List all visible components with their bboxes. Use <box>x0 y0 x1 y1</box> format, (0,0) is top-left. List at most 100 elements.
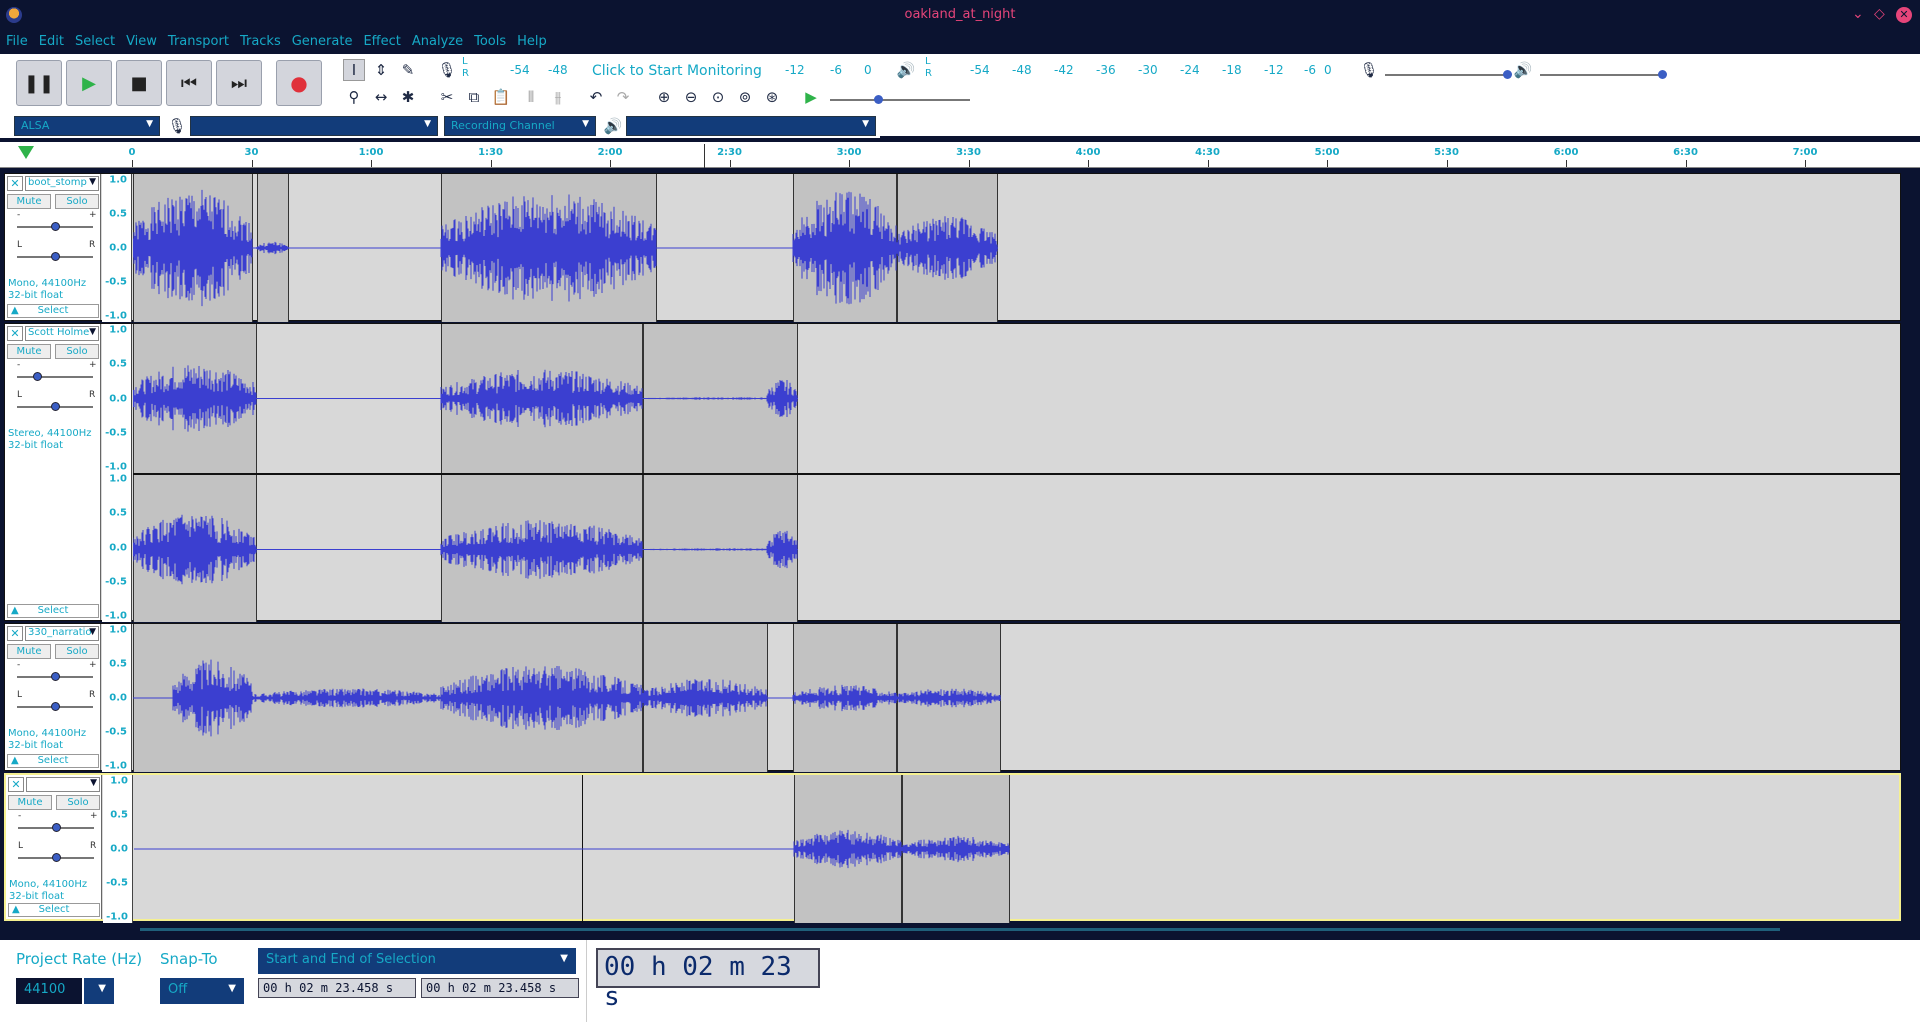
zoom-in-icon[interactable]: ⊕ <box>653 86 675 108</box>
menu-edit[interactable]: Edit <box>33 32 69 49</box>
menu-generate[interactable]: Generate <box>286 32 358 49</box>
pause-button[interactable]: ❚❚ <box>16 60 62 106</box>
waveform-area[interactable] <box>133 174 1900 322</box>
audio-position-time[interactable]: 00 h 02 m 23 s <box>596 948 820 1012</box>
selection-end-time[interactable]: 00 h 02 m 23.458 s <box>421 978 579 998</box>
audio-track[interactable]: ✕ boot_stomp ▼ Mute Solo - + L R Mono, 44… <box>4 173 1901 322</box>
trim-icon[interactable]: ⫴ <box>520 86 542 108</box>
playback-volume-slider[interactable] <box>1540 70 1667 79</box>
vertical-scale[interactable]: 1.0 0.5 0.0 -0.5 -1.0 <box>103 775 133 923</box>
multi-tool-icon[interactable]: ✱ <box>397 86 419 108</box>
mute-button[interactable]: Mute <box>7 644 51 659</box>
monitoring-prompt[interactable]: Click to Start Monitoring <box>592 63 762 79</box>
selection-tool-icon[interactable]: I <box>343 59 365 81</box>
stop-button[interactable]: ■ <box>116 60 162 106</box>
track-name-menu[interactable]: boot_stomp ▼ <box>25 176 99 191</box>
cut-icon[interactable]: ✂ <box>436 86 458 108</box>
menu-view[interactable]: View <box>120 32 162 49</box>
solo-button[interactable]: Solo <box>56 795 100 810</box>
gain-slider[interactable] <box>17 222 93 231</box>
audio-track[interactable]: ✕ 330_narratio ▼ Mute Solo - + L R Mono, … <box>4 623 1901 772</box>
mute-button[interactable]: Mute <box>7 344 51 359</box>
menu-tracks[interactable]: Tracks <box>234 32 286 49</box>
timeline-ruler[interactable]: 0 30 1:00 1:30 2:00 2:30 3:00 3:30 4:00 4:30 5:00 5… <box>0 142 1920 168</box>
menu-analyze[interactable]: Analyze <box>406 32 468 49</box>
zoom-out-icon[interactable]: ⊖ <box>680 86 702 108</box>
track-close-icon[interactable]: ✕ <box>7 326 23 341</box>
playback-device-select[interactable]: ▼ <box>626 116 876 136</box>
record-volume-slider[interactable] <box>1385 70 1512 79</box>
audio-host-select[interactable]: ALSA ▼ <box>14 116 160 136</box>
audio-track[interactable]: ✕ Scott Holme ▼ Mute Solo - + L R Stereo,… <box>4 323 1901 622</box>
waveform-area[interactable] <box>133 473 1900 622</box>
gain-slider[interactable] <box>17 372 93 381</box>
zoom-tool-icon[interactable]: ⚲ <box>343 86 365 108</box>
recording-channels-select[interactable]: Recording Channel ▼ <box>444 116 596 136</box>
track-name-menu[interactable]: 330_narratio ▼ <box>25 626 99 641</box>
track-select-button[interactable]: ▲ Select <box>8 903 100 917</box>
maximize-icon[interactable]: ◇ <box>1874 6 1885 22</box>
waveform-area[interactable] <box>133 624 1900 772</box>
snap-to-select[interactable]: Off ▼ <box>160 978 244 1004</box>
undo-icon[interactable]: ↶ <box>585 86 607 108</box>
close-window-icon[interactable]: ✕ <box>1896 7 1912 23</box>
track-select-button[interactable]: ▲ Select <box>7 604 99 618</box>
playback-meter-speaker-icon[interactable]: 🔊 <box>895 59 917 81</box>
fit-project-icon[interactable]: ⊚ <box>734 86 756 108</box>
mute-button[interactable]: Mute <box>8 795 52 810</box>
vertical-scale[interactable]: 1.0 0.5 0.0 -0.5 -1.0 <box>102 473 132 622</box>
menu-tools[interactable]: Tools <box>468 32 511 49</box>
track-name-menu[interactable]: ▼ <box>26 777 100 792</box>
envelope-tool-icon[interactable]: ⇕ <box>370 59 392 81</box>
project-rate-field[interactable]: 44100 <box>16 978 82 1004</box>
play-button[interactable]: ▶ <box>66 60 112 106</box>
gain-slider[interactable] <box>18 823 94 832</box>
track-close-icon[interactable]: ✕ <box>7 176 23 191</box>
pan-slider[interactable] <box>17 252 93 261</box>
play-speed-slider[interactable] <box>830 95 970 104</box>
track-close-icon[interactable]: ✕ <box>7 626 23 641</box>
draw-tool-icon[interactable]: ✎ <box>397 59 419 81</box>
recording-device-select[interactable]: ▼ <box>190 116 438 136</box>
minimize-icon[interactable]: ⌄ <box>1852 6 1864 22</box>
selection-start-time[interactable]: 00 h 02 m 23.458 s <box>258 978 416 998</box>
project-rate-dropdown[interactable]: ▼ <box>84 978 114 1004</box>
mute-button[interactable]: Mute <box>7 194 51 209</box>
waveform-area[interactable] <box>134 775 1899 923</box>
zoom-toggle-icon[interactable]: ⊛ <box>761 86 783 108</box>
track-select-button[interactable]: ▲ Select <box>7 754 99 768</box>
selection-mode-select[interactable]: Start and End of Selection ▼ <box>258 948 576 974</box>
solo-button[interactable]: Solo <box>55 194 99 209</box>
track-close-icon[interactable]: ✕ <box>8 777 24 792</box>
menu-effect[interactable]: Effect <box>357 32 405 49</box>
skip-end-button[interactable]: ⏭ <box>216 60 262 106</box>
gain-slider[interactable] <box>17 672 93 681</box>
redo-icon[interactable]: ↷ <box>612 86 634 108</box>
skip-start-button[interactable]: ⏮ <box>166 60 212 106</box>
pan-slider[interactable] <box>17 402 93 411</box>
paste-icon[interactable]: 📋 <box>490 86 512 108</box>
vertical-scale[interactable]: 1.0 0.5 0.0 -0.5 -1.0 <box>102 324 132 473</box>
timeshift-tool-icon[interactable]: ↔ <box>370 86 392 108</box>
waveform-area[interactable] <box>133 324 1900 473</box>
record-meter-mic-icon[interactable]: 🎙 <box>436 59 458 81</box>
menu-select[interactable]: Select <box>69 32 120 49</box>
record-button[interactable]: ● <box>276 60 322 106</box>
pan-slider[interactable] <box>18 853 94 862</box>
pan-slider[interactable] <box>17 702 93 711</box>
timeline-play-head-icon[interactable] <box>18 146 34 159</box>
menu-file[interactable]: File <box>0 32 33 49</box>
menu-transport[interactable]: Transport <box>162 32 234 49</box>
menu-help[interactable]: Help <box>511 32 552 49</box>
horizontal-scrollbar[interactable] <box>140 928 1780 931</box>
solo-button[interactable]: Solo <box>55 644 99 659</box>
fit-selection-icon[interactable]: ⊙ <box>707 86 729 108</box>
audio-track[interactable]: ✕ ▼ Mute Solo - + L R Mono, 44100Hz 32-b… <box>4 773 1901 923</box>
track-name-menu[interactable]: Scott Holme ▼ <box>25 326 99 341</box>
solo-button[interactable]: Solo <box>55 344 99 359</box>
vertical-scale[interactable]: 1.0 0.5 0.0 -0.5 -1.0 <box>102 624 132 772</box>
track-select-button[interactable]: ▲ Select <box>7 304 99 318</box>
copy-icon[interactable]: ⧉ <box>463 86 485 108</box>
silence-icon[interactable]: ⫵ <box>547 86 569 108</box>
play-at-speed-icon[interactable]: ▶ <box>800 86 822 108</box>
